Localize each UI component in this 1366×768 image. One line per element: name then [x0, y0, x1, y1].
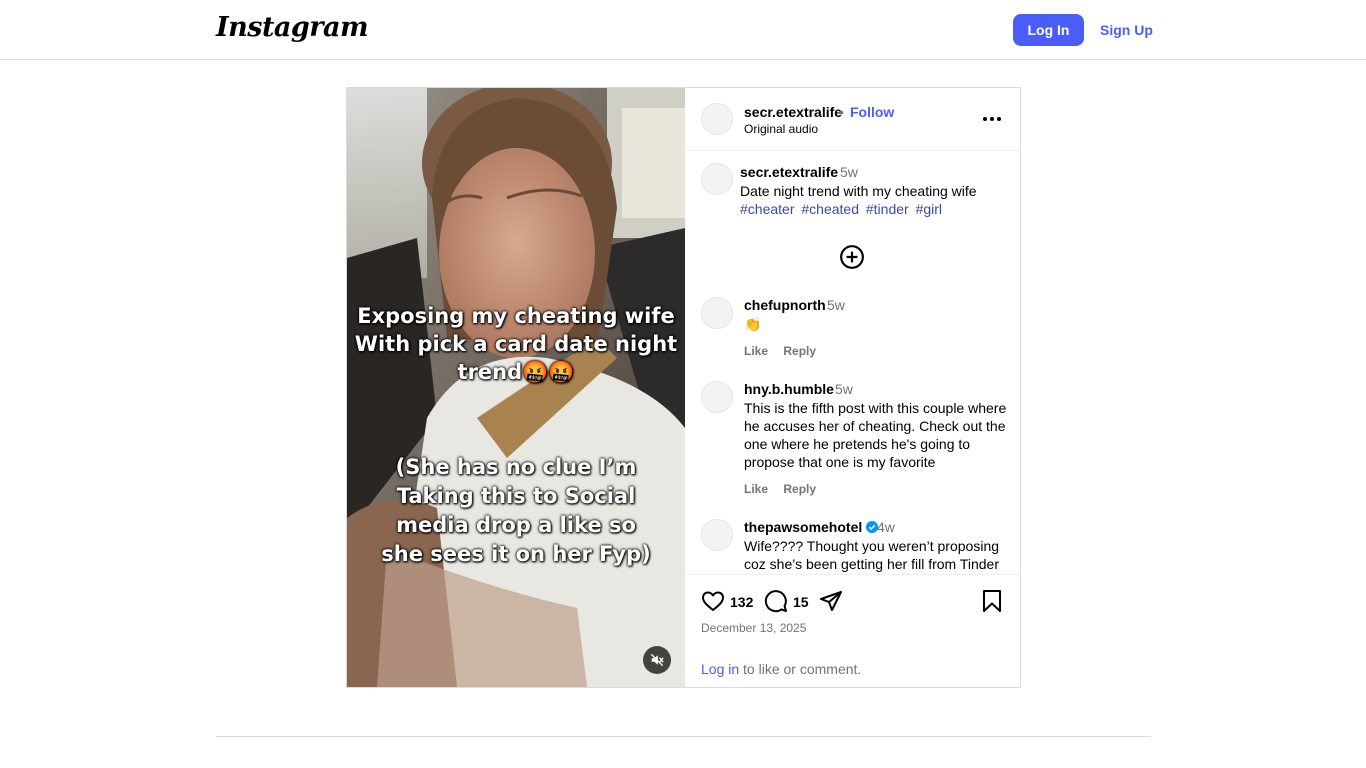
commenter-avatar[interactable] [701, 297, 733, 329]
caption-text: Date night trend with my cheating wife [740, 183, 977, 199]
comment-icon[interactable] [764, 589, 788, 613]
comment-reply-button[interactable]: Reply [783, 344, 816, 358]
hashtag-link[interactable]: #tinder [866, 201, 909, 217]
commenter-avatar[interactable] [701, 381, 733, 413]
caption-timestamp: 5w [840, 164, 858, 180]
post-card: Exposing my cheating wife With pick a ca… [346, 87, 1021, 688]
hashtag-link[interactable]: #girl [916, 201, 942, 217]
comment-text: This is the fifth post with this couple … [744, 400, 1007, 470]
comment-item: thepawsomehotel 4w Wife???? Thought you … [685, 519, 1020, 573]
hashtag-link[interactable]: #cheater [740, 201, 794, 217]
comment-text: 👏 [744, 316, 762, 332]
comment-like-button[interactable]: Like [744, 344, 768, 358]
comment-text: Wife???? Thought you weren’t proposing c… [744, 538, 1000, 572]
login-prompt-text: to like or comment. [739, 661, 862, 677]
separator-dot: • [839, 104, 844, 120]
post-actions-bar: 132 15 December 13, 2025 Log in to like … [685, 574, 1020, 687]
heart-icon[interactable] [701, 589, 725, 613]
video-overlay-text-bottom: (She has no clue I’m Taking this to Soci… [347, 453, 685, 569]
video-frame-image [347, 88, 685, 687]
overlay-line: she sees it on her Fyp) [381, 542, 651, 566]
comment-like-button[interactable]: Like [744, 482, 768, 496]
comment-item: hny.b.humble 5w This is the fifth post w… [685, 381, 1020, 501]
commenter-avatar[interactable] [701, 519, 733, 551]
comment-item: chefupnorth 5w 👏 Like Reply [685, 297, 1020, 367]
sign-up-link[interactable]: Sign Up [1100, 14, 1153, 46]
more-options-icon[interactable] [981, 110, 1003, 128]
post-header: secr.etextralife • Follow Original audio [685, 88, 1020, 151]
video-overlay-text-top: Exposing my cheating wife With pick a ca… [347, 302, 685, 386]
likes-count[interactable]: 132 [730, 594, 753, 610]
speaker-muted-icon [650, 653, 664, 667]
hashtag-link[interactable]: #cheated [801, 201, 859, 217]
comment-timestamp: 5w [827, 297, 845, 313]
comment-timestamp: 5w [835, 381, 853, 397]
top-navigation-bar: Instagram Log In Sign Up [0, 0, 1366, 60]
comment-timestamp: 4w [877, 519, 895, 535]
commenter-username[interactable]: chefupnorth [744, 297, 826, 313]
comment-actions: Like Reply [744, 482, 828, 496]
footer-divider [216, 736, 1151, 737]
caption-avatar[interactable] [701, 163, 733, 195]
send-icon[interactable] [819, 589, 843, 613]
overlay-line: Exposing my cheating wife [357, 304, 675, 328]
audio-label[interactable]: Original audio [744, 122, 818, 136]
author-avatar[interactable] [701, 103, 733, 135]
overlay-line: media drop a like so [396, 513, 636, 537]
post-side-panel: secr.etextralife • Follow Original audio… [685, 88, 1020, 687]
unmute-button[interactable] [643, 646, 671, 674]
follow-button[interactable]: Follow [850, 104, 894, 120]
commenter-username-text[interactable]: thepawsomehotel [744, 519, 862, 535]
author-username[interactable]: secr.etextralife [744, 104, 842, 120]
comments-count[interactable]: 15 [793, 594, 809, 610]
login-prompt-link[interactable]: Log in [701, 661, 739, 677]
caption-username[interactable]: secr.etextralife [740, 164, 838, 180]
post-video[interactable]: Exposing my cheating wife With pick a ca… [347, 88, 685, 687]
comments-list[interactable]: secr.etextralife 5w Date night trend wit… [685, 152, 1020, 573]
overlay-line: (She has no clue I’m [395, 455, 637, 479]
comment-reply-button[interactable]: Reply [783, 482, 816, 496]
commenter-username[interactable]: thepawsomehotel [744, 519, 879, 535]
post-date[interactable]: December 13, 2025 [701, 621, 806, 635]
plus-circle-icon[interactable] [839, 244, 865, 270]
bookmark-icon[interactable] [981, 589, 1003, 613]
overlay-line: Taking this to Social [396, 484, 636, 508]
overlay-line: trend🤬🤬 [457, 360, 575, 384]
login-prompt: Log in to like or comment. [701, 661, 861, 677]
log-in-button[interactable]: Log In [1013, 14, 1084, 46]
comment-actions: Like Reply [744, 344, 828, 358]
caption-hashtags: #cheater #cheated #tinder #girl [740, 200, 1010, 218]
instagram-logo[interactable]: Instagram [216, 12, 369, 43]
commenter-username[interactable]: hny.b.humble [744, 381, 834, 397]
overlay-line: With pick a card date night [354, 332, 678, 356]
